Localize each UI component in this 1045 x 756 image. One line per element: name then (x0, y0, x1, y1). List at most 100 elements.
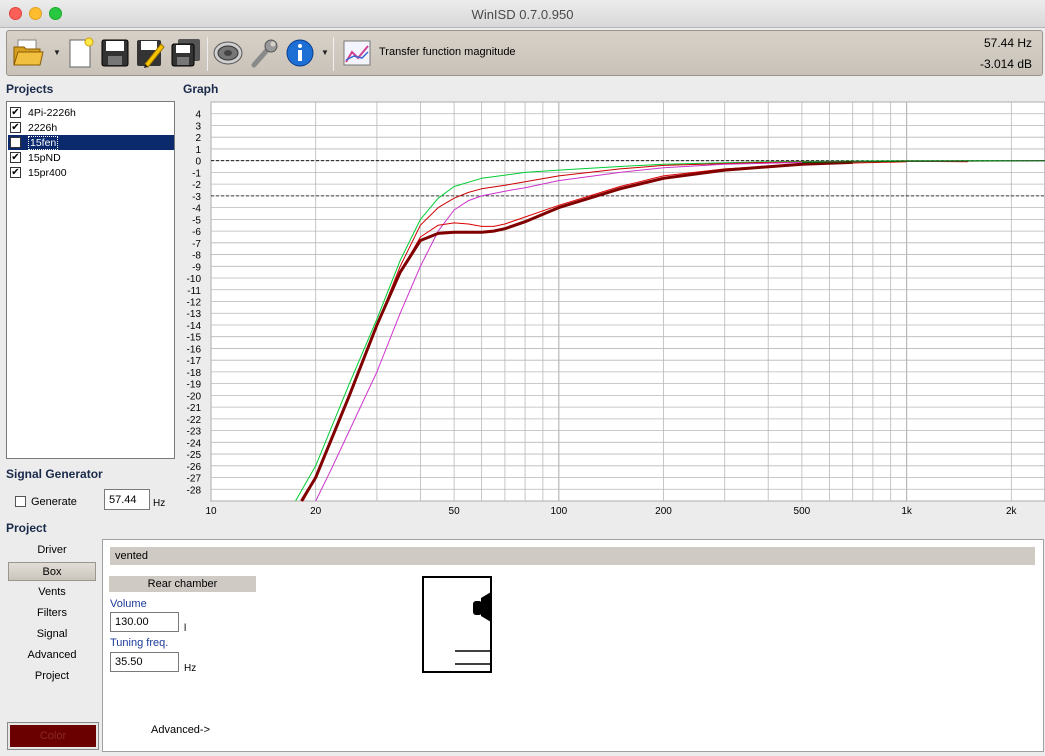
graph-type-label: Transfer function magnitude (379, 46, 516, 58)
y-tick-label: -12 (187, 298, 202, 309)
tab-project[interactable]: Project (8, 667, 96, 686)
x-tick-label: 500 (794, 506, 811, 517)
toolbar-separator (207, 37, 208, 71)
db-readout: -3.014 dB (979, 57, 1032, 71)
project-label: 15fen (28, 135, 59, 150)
graph-type-button[interactable] (340, 36, 374, 70)
y-tick-label: -7 (192, 239, 201, 250)
tuning-input[interactable]: 35.50 (110, 652, 179, 672)
tab-vents[interactable]: Vents (8, 583, 96, 602)
tuning-unit: Hz (184, 663, 197, 674)
project-label: 15pr400 (28, 166, 67, 179)
project-item[interactable]: ✔ 2226h (8, 120, 174, 135)
project-checkbox[interactable]: ✔ (10, 137, 21, 148)
open-button[interactable] (11, 36, 45, 70)
toolbar-separator (333, 37, 334, 71)
box-type-bar[interactable]: vented (110, 547, 1035, 565)
open-folder-icon (13, 39, 44, 66)
volume-input[interactable]: 130.00 (110, 612, 179, 632)
y-tick-label: -18 (187, 368, 202, 379)
title-bar: WinISD 0.7.0.950 (0, 0, 1045, 28)
tab-box[interactable]: Box (8, 562, 96, 581)
enclosure-outline (422, 576, 492, 673)
volume-unit: l (184, 623, 187, 634)
save-all-button[interactable] (169, 36, 203, 70)
x-tick-label: 2k (1006, 506, 1018, 517)
new-project-button[interactable] (63, 36, 97, 70)
project-checkbox[interactable]: ✔ (10, 167, 21, 178)
tab-signal[interactable]: Signal (8, 625, 96, 644)
y-tick-label: -26 (187, 462, 202, 473)
project-item[interactable]: ✔ 4Pi-2226h (8, 105, 174, 120)
y-tick-label: -20 (187, 391, 202, 402)
project-label: 2226h (28, 121, 58, 134)
tab-advanced[interactable]: Advanced (8, 646, 96, 665)
tab-driver[interactable]: Driver (8, 541, 96, 560)
generate-checkbox[interactable] (15, 496, 26, 507)
transfer-function-chart[interactable]: 43210-1-2-3-4-5-6-7-8-9-10-11-12-13-14-1… (183, 101, 1045, 519)
x-tick-label: 1k (901, 506, 913, 517)
x-tick-label: 20 (310, 506, 322, 517)
y-tick-label: -23 (187, 427, 202, 438)
info-button[interactable] (283, 36, 317, 70)
y-tick-label: -5 (192, 215, 201, 226)
save-icon (101, 39, 129, 67)
project-checkbox[interactable]: ✔ (10, 107, 21, 118)
y-tick-label: -4 (192, 204, 201, 215)
x-tick-label: 200 (655, 506, 672, 517)
generator-frequency-input[interactable] (104, 489, 150, 510)
driver-icon (213, 41, 243, 65)
y-tick-label: -14 (187, 321, 202, 332)
new-document-icon (69, 37, 94, 68)
y-tick-label: -8 (192, 251, 201, 262)
y-tick-label: 4 (195, 110, 201, 121)
graph-icon (343, 40, 371, 66)
project-checkbox[interactable]: ✔ (10, 122, 21, 133)
info-dropdown-caret-icon[interactable]: ▼ (321, 48, 329, 58)
frequency-readout: 57.44 Hz (983, 36, 1032, 50)
graph-area: 4 3 2 1 0 -1 -2 -3 -4 -5 -6 -7 -8 -9 -10 -11 -12 -13 -14 -1… (183, 101, 1045, 519)
y-tick-label: -16 (187, 344, 202, 355)
projects-list[interactable]: ✔ 4Pi-2226h ✔ 2226h ✔ 15fen ✔ 15pND ✔ 15… (6, 101, 175, 459)
info-icon (286, 39, 314, 67)
driver-magnet-icon (473, 601, 482, 615)
y-tick-label: -11 (187, 286, 201, 297)
save-button[interactable] (98, 36, 132, 70)
save-all-icon (171, 39, 200, 67)
generator-unit: Hz (153, 498, 166, 509)
y-tick-label: -27 (187, 474, 202, 485)
y-tick-label: -2 (192, 180, 201, 191)
y-tick-label: -13 (187, 309, 202, 320)
window-title: WinISD 0.7.0.950 (471, 7, 574, 22)
rear-chamber-header: Rear chamber (109, 576, 256, 592)
color-button[interactable]: Color (7, 722, 99, 750)
tools-button[interactable] (247, 36, 281, 70)
project-item[interactable]: ✔ 15fen (8, 135, 174, 150)
app-window: WinISD 0.7.0.950 ▼ ▼ Transfer function m… (0, 0, 1045, 756)
y-tick-label: -15 (187, 333, 202, 344)
y-tick-label: -3 (192, 192, 201, 203)
advanced-link[interactable]: Advanced-> (151, 724, 210, 736)
y-tick-label: 2 (195, 133, 201, 144)
edit-button[interactable] (133, 36, 167, 70)
y-tick-label: -1 (192, 168, 201, 179)
project-item[interactable]: ✔ 15pND (8, 150, 174, 165)
y-tick-label: -21 (187, 403, 202, 414)
project-label: 4Pi-2226h (28, 106, 76, 119)
y-tick-label: 0 (195, 157, 201, 168)
open-dropdown-caret-icon[interactable]: ▼ (53, 48, 61, 58)
tuning-label: Tuning freq. (110, 637, 169, 649)
project-item[interactable]: ✔ 15pr400 (8, 165, 174, 180)
generate-label: Generate (31, 496, 77, 508)
edit-icon (137, 40, 165, 68)
project-label: 15pND (28, 151, 61, 164)
toolbar: ▼ ▼ Transfer function magnitude 57.44 Hz… (6, 30, 1043, 76)
y-tick-label: -10 (187, 274, 202, 285)
driver-button[interactable] (211, 36, 245, 70)
tab-filters[interactable]: Filters (8, 604, 96, 623)
project-checkbox[interactable]: ✔ (10, 152, 21, 163)
x-tick-label: 50 (449, 506, 461, 517)
y-tick-label: 1 (195, 145, 201, 156)
projects-heading: Projects (6, 82, 54, 96)
box-diagram (422, 576, 492, 673)
